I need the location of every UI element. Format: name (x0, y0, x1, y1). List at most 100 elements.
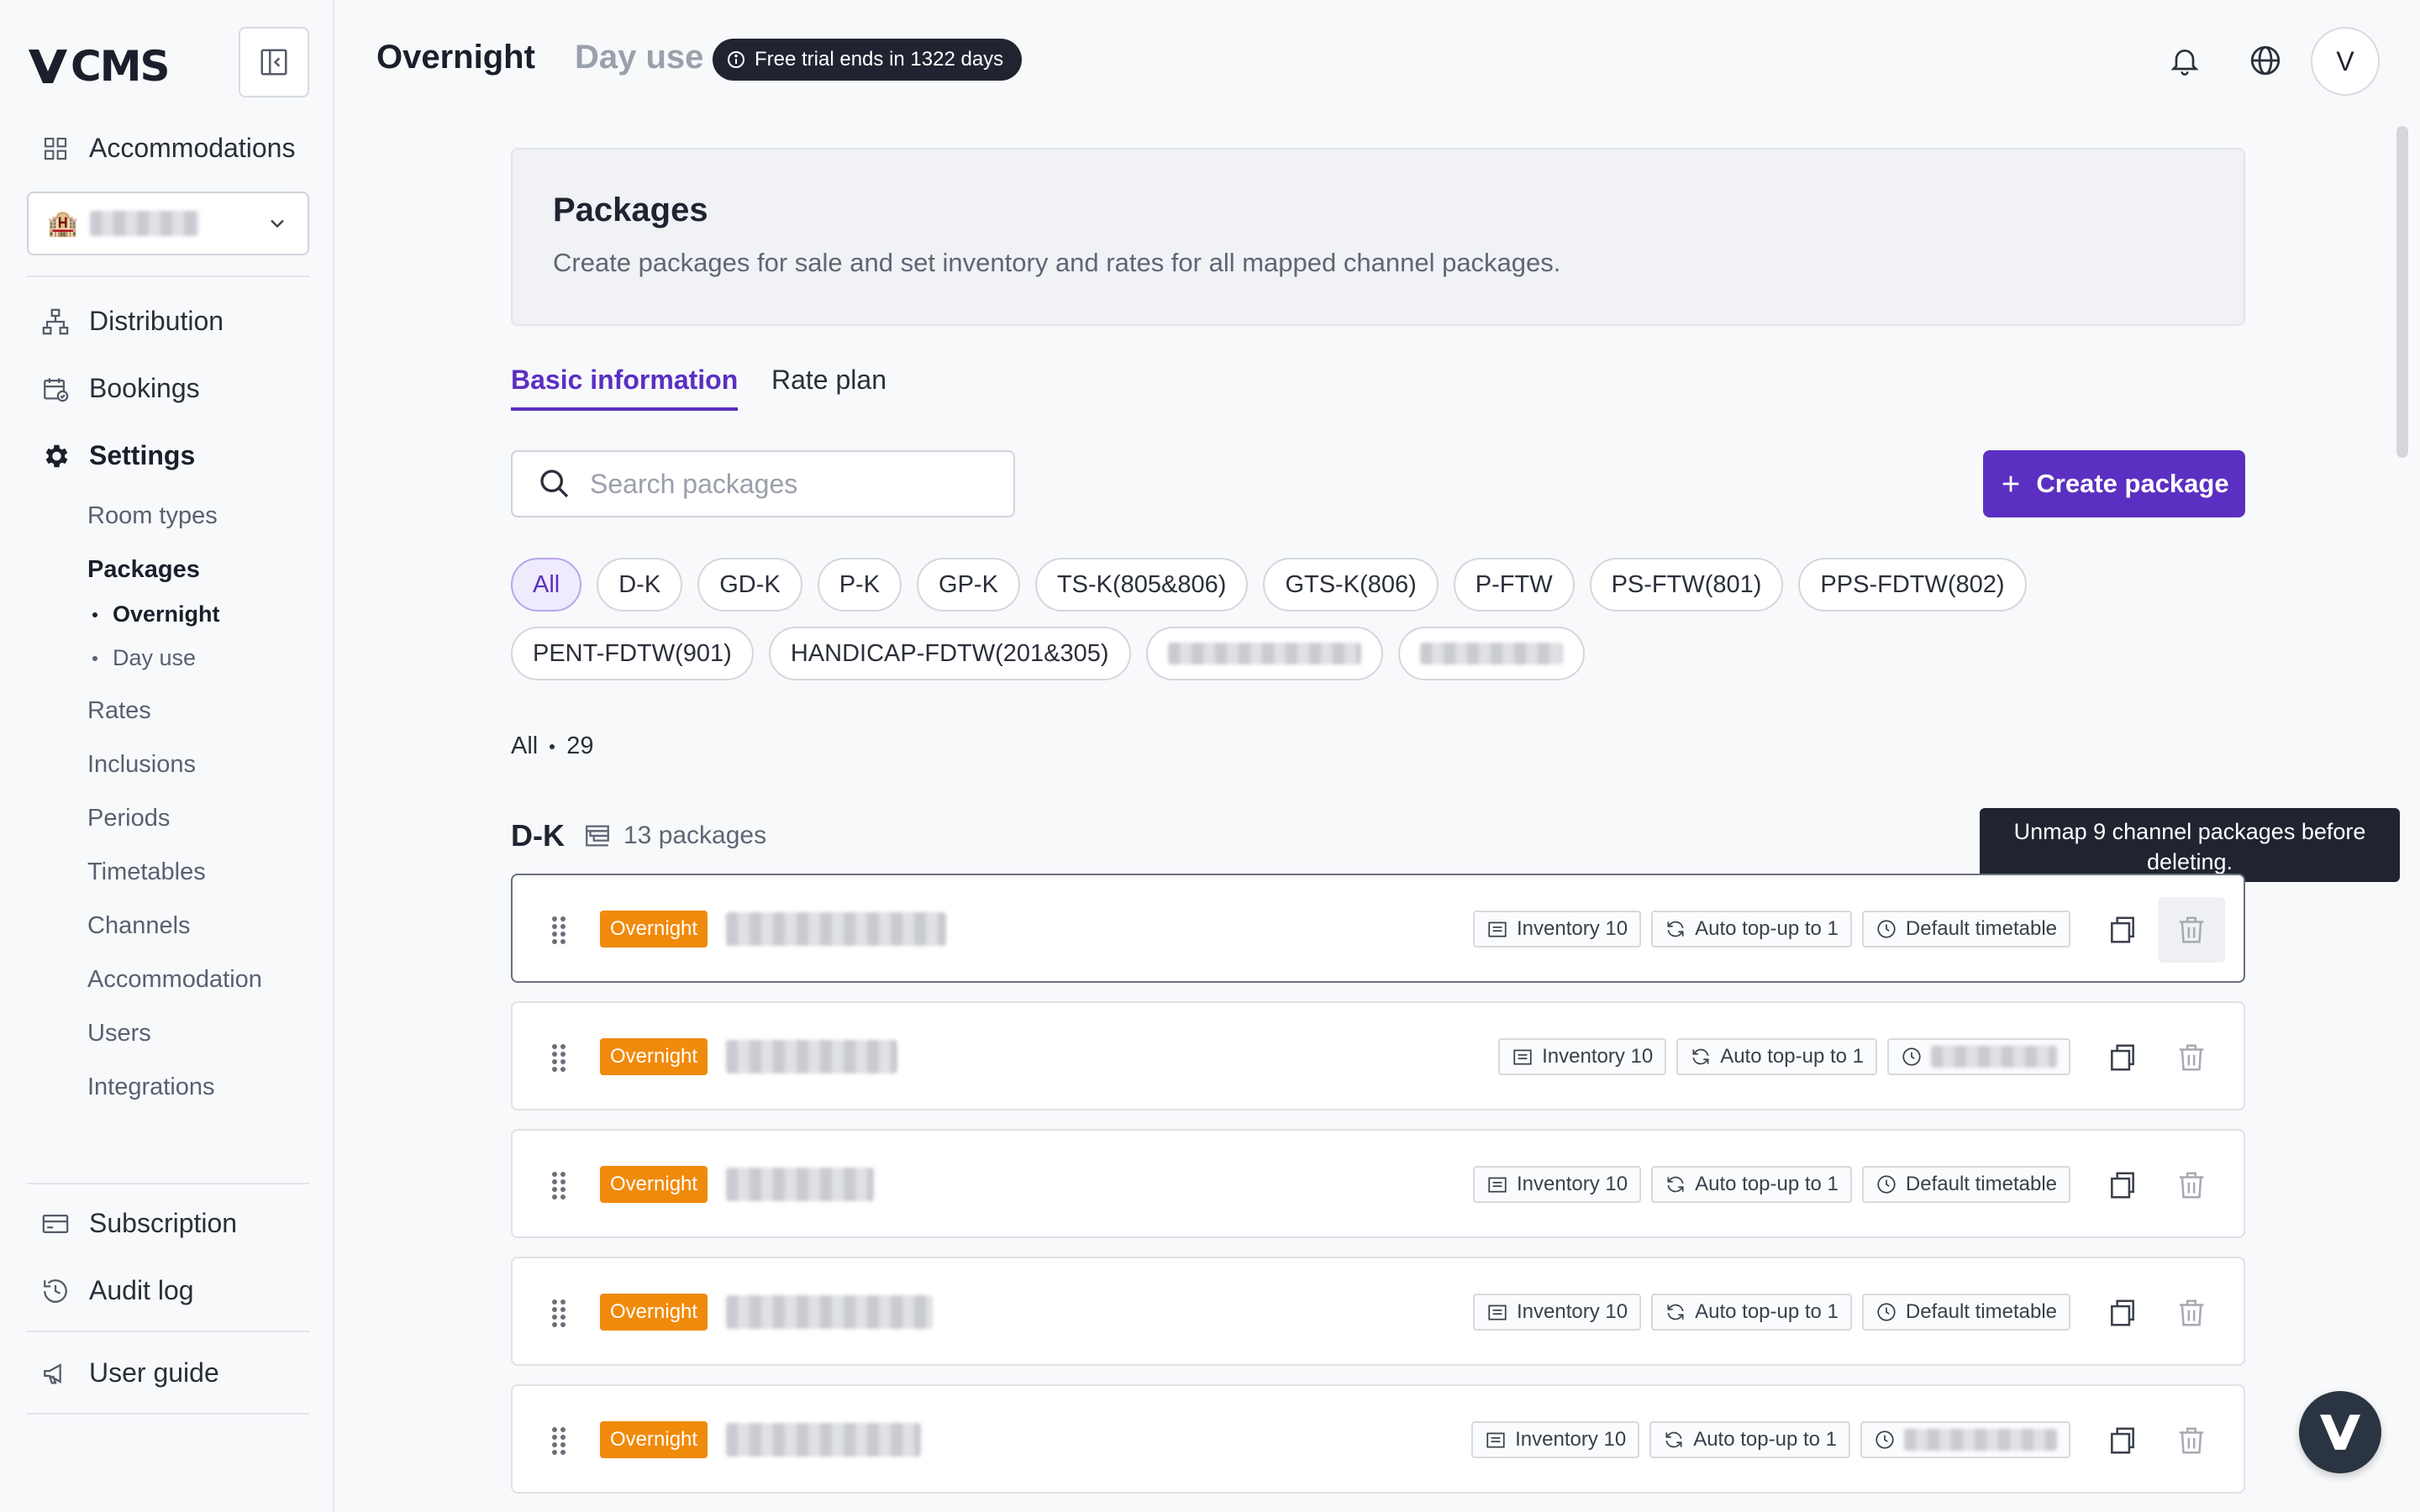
sidebar-item-audit-log[interactable]: Audit log (40, 1275, 194, 1306)
sidebar-sub-inclusions[interactable]: Inclusions (87, 751, 196, 779)
sidebar-sub-rates[interactable]: Rates (87, 697, 151, 725)
delete-button[interactable] (2158, 1408, 2225, 1473)
inventory-icon (1488, 1305, 1507, 1320)
topup-label: Auto top-up to 1 (1693, 1428, 1837, 1451)
chip[interactable]: PPS-FDTW(802) (1798, 558, 2027, 612)
package-row[interactable]: Overnight Inventory 10 Auto top-up to 1 … (511, 874, 2245, 983)
inventory-icon (1486, 1432, 1505, 1448)
drag-handle-icon[interactable] (550, 916, 568, 944)
sidebar-sub-periods[interactable]: Periods (87, 805, 170, 832)
drag-handle-icon[interactable] (550, 1171, 568, 1200)
overnight-badge: Overnight (600, 911, 708, 948)
clock-icon (1877, 920, 1896, 938)
sidebar-sub-overnight[interactable]: Overnight (92, 601, 220, 627)
duplicate-button[interactable] (2089, 1152, 2156, 1218)
tab-day-use[interactable]: Day use (575, 39, 703, 76)
package-row[interactable]: Overnight Inventory 10 Auto top-up to 1 (511, 1001, 2245, 1110)
language-button[interactable] (2240, 35, 2291, 86)
package-name-blurred (726, 1423, 921, 1457)
sidebar-item-distribution[interactable]: Distribution (40, 306, 224, 337)
property-select[interactable]: 🏨 (27, 192, 309, 255)
chip[interactable]: GTS-K(806) (1263, 558, 1439, 612)
sidebar-item-subscription[interactable]: Subscription (40, 1208, 237, 1239)
topup-label: Auto top-up to 1 (1720, 1045, 1864, 1068)
chip[interactable]: GP-K (917, 558, 1020, 612)
tab-basic-information[interactable]: Basic information (511, 365, 739, 411)
bullet (92, 655, 97, 661)
chip-blurred[interactable] (1145, 627, 1383, 680)
app-logo[interactable]: CMS (29, 42, 170, 91)
collapse-sidebar-button[interactable] (239, 27, 309, 97)
dayuse-label: Day use (113, 645, 197, 670)
delete-button[interactable] (2158, 897, 2225, 963)
grid-icon (40, 134, 71, 164)
sidebar-sub-users[interactable]: Users (87, 1020, 151, 1047)
duplicate-button[interactable] (2089, 1280, 2156, 1346)
packages-icon (586, 825, 609, 847)
sidebar-item-accommodations[interactable]: Accommodations (40, 133, 295, 164)
sidebar-item-bookings[interactable]: Bookings (40, 373, 200, 404)
sidebar-sub-channels[interactable]: Channels (87, 912, 191, 940)
copy-icon (2111, 1172, 2134, 1199)
overnight-label: Overnight (113, 601, 220, 627)
help-chat-button[interactable] (2299, 1391, 2381, 1473)
scrollbar[interactable] (2396, 126, 2408, 458)
delete-button[interactable] (2158, 1280, 2225, 1346)
trash-icon (2179, 1172, 2204, 1199)
package-name-blurred (726, 1295, 933, 1329)
trash-icon (2179, 1044, 2204, 1071)
duplicate-button[interactable] (2089, 897, 2156, 963)
sidebar-sub-accommodation[interactable]: Accommodation (87, 966, 262, 994)
copy-icon (2111, 1299, 2134, 1326)
inventory-tag: Inventory 10 (1473, 1166, 1642, 1203)
chip[interactable]: TS-K(805&806) (1034, 558, 1249, 612)
chip[interactable]: P-FTW (1453, 558, 1575, 612)
sidebar-sub-integrations[interactable]: Integrations (87, 1074, 215, 1101)
sidebar-item-label: User guide (89, 1357, 219, 1388)
sidebar-sub-room-types[interactable]: Room types (87, 502, 218, 530)
sidebar-sub-timetables[interactable]: Timetables (87, 858, 206, 886)
trash-icon (2179, 1427, 2204, 1454)
drag-handle-icon[interactable] (550, 1426, 568, 1455)
sidebar-item-user-guide[interactable]: User guide (40, 1357, 219, 1389)
v-logo-icon (2320, 1415, 2360, 1450)
chip[interactable]: GD-K (697, 558, 802, 612)
chip[interactable]: P-K (817, 558, 902, 612)
trash-icon (2179, 1299, 2204, 1326)
sidebar-item-settings[interactable]: Settings (40, 440, 195, 471)
sidebar-sub-packages[interactable]: Packages (87, 556, 200, 584)
chip[interactable]: PS-FTW(801) (1589, 558, 1784, 612)
chip[interactable]: HANDICAP-FDTW(201&305) (768, 627, 1131, 680)
timetable-tag: Default timetable (1861, 911, 2070, 948)
chip-blurred[interactable] (1397, 627, 1585, 680)
chip-all[interactable]: All (511, 558, 582, 612)
divider (27, 1331, 309, 1332)
tab-overnight[interactable]: Overnight (376, 39, 535, 76)
timetable-blurred (1931, 1046, 2057, 1068)
delete-button[interactable] (2158, 1025, 2225, 1090)
logo-text: CMS (71, 42, 170, 91)
clock-icon (1877, 1303, 1896, 1321)
clock-icon (1902, 1047, 1921, 1066)
package-row[interactable]: Overnight Inventory 10 Auto top-up to 1 (511, 1384, 2245, 1494)
package-row[interactable]: Overnight Inventory 10 Auto top-up to 1 … (511, 1257, 2245, 1366)
clock-icon (1876, 1431, 1894, 1449)
drag-handle-icon[interactable] (550, 1043, 568, 1072)
user-avatar[interactable]: V (2311, 27, 2380, 96)
drag-handle-icon[interactable] (550, 1299, 568, 1327)
delete-button[interactable] (2158, 1152, 2225, 1218)
search-input[interactable] (590, 468, 976, 500)
tab-rate-plan[interactable]: Rate plan (771, 365, 886, 396)
create-package-button[interactable]: Create package (1983, 450, 2245, 517)
chip[interactable]: D-K (597, 558, 683, 612)
duplicate-button[interactable] (2089, 1408, 2156, 1473)
bullet (92, 612, 97, 617)
sidebar-sub-dayuse[interactable]: Day use (92, 645, 196, 671)
package-count: All 29 (511, 732, 594, 760)
package-row[interactable]: Overnight Inventory 10 Auto top-up to 1 … (511, 1129, 2245, 1238)
notifications-button[interactable] (2160, 35, 2210, 86)
globe-icon (2250, 45, 2281, 76)
megaphone-icon (40, 1358, 71, 1389)
duplicate-button[interactable] (2089, 1025, 2156, 1090)
chip[interactable]: PENT-FDTW(901) (511, 627, 754, 680)
